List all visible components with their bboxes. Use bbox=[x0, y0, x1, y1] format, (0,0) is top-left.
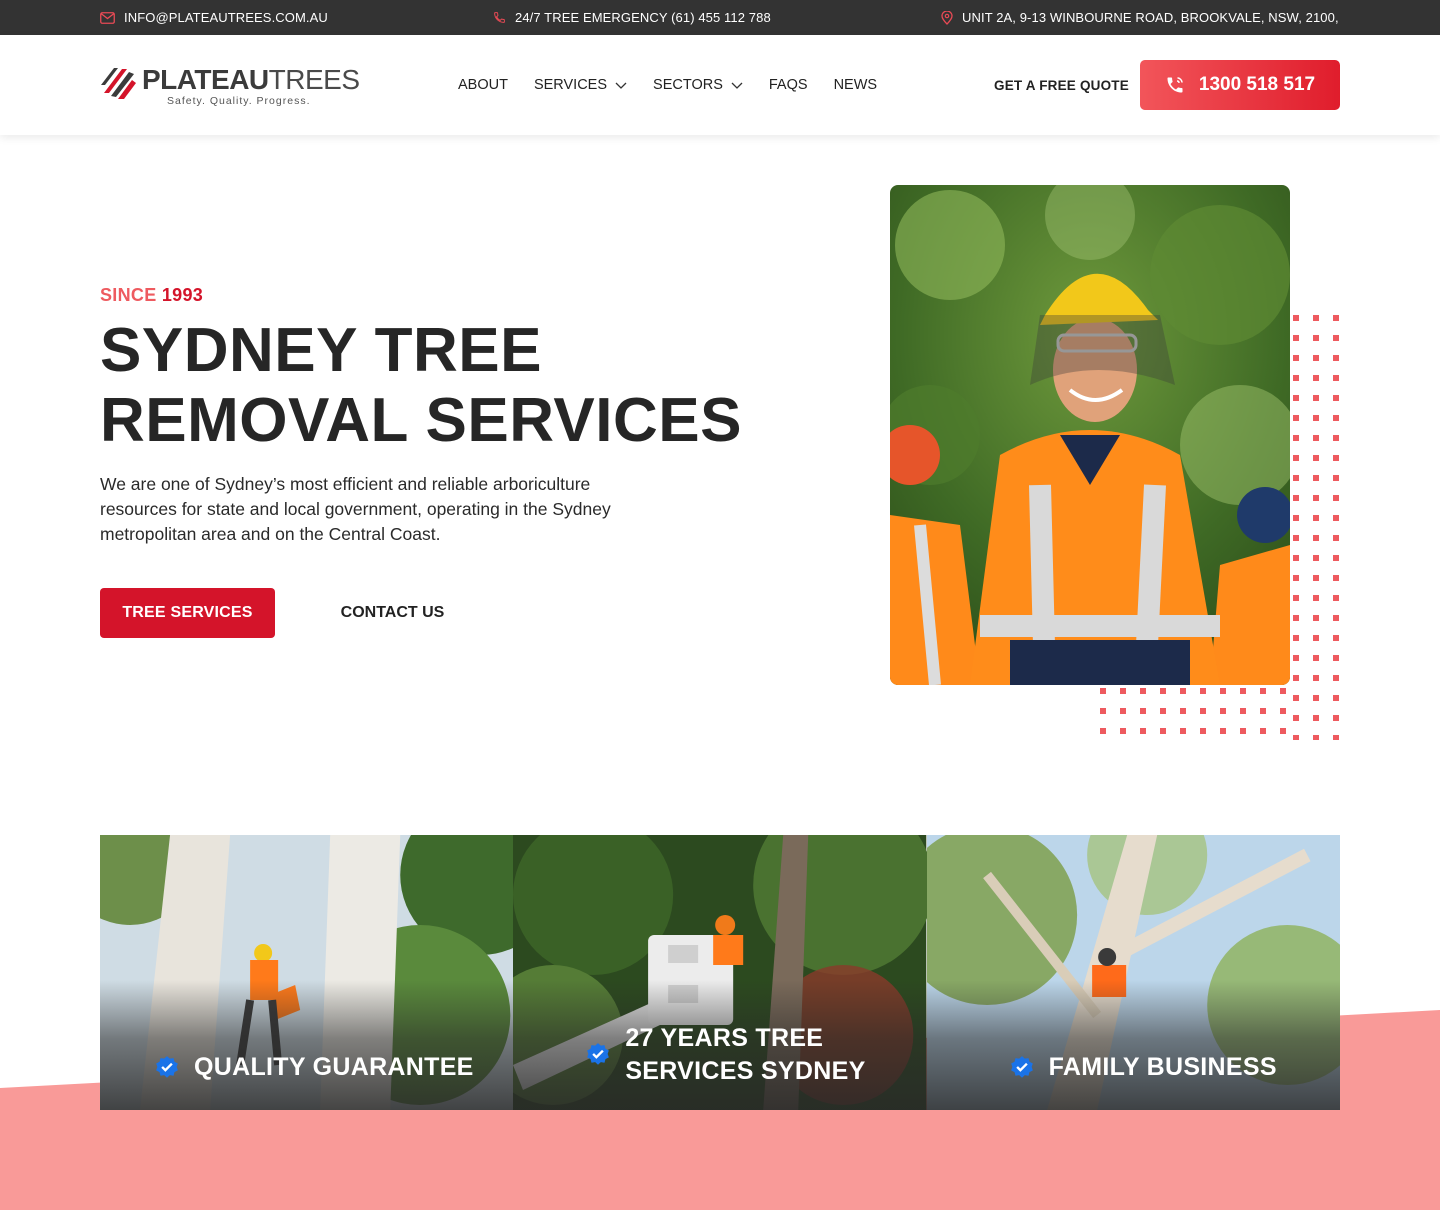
phone-ringing-icon bbox=[1167, 77, 1183, 93]
since-year: 1993 bbox=[161, 285, 204, 305]
main-nav: ABOUT SERVICES SECTORS FAQS NEWS bbox=[458, 35, 877, 135]
nav-item-sectors-label: SECTORS bbox=[653, 77, 723, 93]
feature-overlay bbox=[100, 980, 514, 1110]
dot-pattern-decoration bbox=[1290, 312, 1345, 740]
hero-title: SYDNEY TREE REMOVAL SERVICES bbox=[100, 316, 800, 456]
site-header: PLATEAUTREES Safety. Quality. Progress. … bbox=[0, 35, 1440, 135]
hero-description: We are one of Sydney’s most efficient an… bbox=[100, 474, 611, 544]
nav-item-services-label: SERVICES bbox=[533, 77, 608, 93]
since-label: SINCE 1993 bbox=[100, 285, 203, 306]
get-free-quote-link[interactable]: GET A FREE QUOTE bbox=[994, 35, 1129, 135]
feature-caption-quality-text: QUALITY GUARANTEE bbox=[194, 1053, 474, 1081]
nav-item-sectors[interactable]: SECTORS bbox=[653, 77, 743, 93]
top-bar: INFO@PLATEAUTREES.COM.AU 24/7 TREE EMERG… bbox=[0, 0, 1440, 35]
hero-arborist-photo bbox=[890, 185, 1290, 685]
feature-caption-years-line-2: SERVICES SYDNEY bbox=[625, 1057, 866, 1085]
hero-title-line-2: REMOVAL SERVICES bbox=[100, 386, 742, 455]
top-bar-address[interactable]: UNIT 2A, 9-13 WINBOURNE ROAD, BROOKVALE,… bbox=[941, 0, 1339, 35]
feature-caption-years: 27 YEARS TREE SERVICES SYDNEY bbox=[585, 1022, 865, 1088]
dot-pattern-decoration-bottom bbox=[1097, 685, 1297, 740]
contact-us-button[interactable]: CONTACT US bbox=[320, 588, 465, 638]
feature-caption-years-line-1: 27 YEARS TREE bbox=[625, 1024, 824, 1052]
features-row: QUALITY GUARANTEE 27 YEARS TREE SERVICES… bbox=[100, 835, 1340, 1110]
logo-tagline: Safety. Quality. Progress. bbox=[167, 95, 311, 107]
location-pin-icon bbox=[941, 10, 953, 25]
hero-title-line-1: SYDNEY TREE bbox=[100, 316, 542, 385]
nav-item-faqs[interactable]: FAQS bbox=[769, 77, 808, 93]
feature-overlay bbox=[926, 980, 1340, 1110]
logo-wordmark-light: TREES bbox=[268, 64, 360, 95]
arborist-photo-illustration bbox=[890, 185, 1290, 685]
chevron-down-icon bbox=[731, 82, 743, 89]
feature-caption-years-text: 27 YEARS TREE SERVICES SYDNEY bbox=[625, 1022, 865, 1088]
top-bar-emergency-phone[interactable]: 24/7 TREE EMERGENCY (61) 455 112 788 bbox=[493, 0, 771, 35]
nav-item-about[interactable]: ABOUT bbox=[458, 77, 508, 93]
chevron-down-icon bbox=[615, 82, 627, 89]
logo[interactable]: PLATEAUTREES Safety. Quality. Progress. bbox=[100, 63, 360, 109]
feature-card-family: FAMILY BUSINESS bbox=[926, 835, 1340, 1110]
top-bar-emergency-text: 24/7 TREE EMERGENCY (61) 455 112 788 bbox=[515, 10, 771, 25]
call-phone-button[interactable]: 1300 518 517 bbox=[1140, 60, 1340, 110]
nav-item-faqs-label: FAQS bbox=[768, 77, 808, 93]
feature-card-quality: QUALITY GUARANTEE bbox=[100, 835, 514, 1110]
nav-item-news-label: NEWS bbox=[833, 77, 878, 93]
logo-wordmark-bold: PLATEAU bbox=[142, 64, 269, 95]
feature-caption-quality: QUALITY GUARANTEE bbox=[154, 1051, 474, 1084]
verified-badge-icon bbox=[156, 1055, 178, 1078]
top-bar-address-text: UNIT 2A, 9-13 WINBOURNE ROAD, BROOKVALE,… bbox=[962, 10, 1339, 25]
logo-mark-icon bbox=[101, 66, 136, 99]
mail-icon bbox=[100, 11, 115, 24]
logo-wordmark: PLATEAUTREES bbox=[142, 65, 360, 95]
top-bar-email-text: INFO@PLATEAUTREES.COM.AU bbox=[124, 10, 328, 25]
phone-icon bbox=[494, 12, 505, 23]
tree-services-button[interactable]: TREE SERVICES bbox=[100, 588, 275, 638]
feature-card-years: 27 YEARS TREE SERVICES SYDNEY bbox=[513, 835, 927, 1110]
nav-item-services[interactable]: SERVICES bbox=[534, 77, 627, 93]
verified-badge-icon bbox=[1010, 1055, 1033, 1078]
feature-caption-family-text: FAMILY BUSINESS bbox=[1048, 1053, 1277, 1081]
top-bar-email[interactable]: INFO@PLATEAUTREES.COM.AU bbox=[100, 0, 328, 35]
verified-badge-icon bbox=[587, 1043, 610, 1065]
call-phone-button-label: 1300 518 517 bbox=[1198, 74, 1316, 95]
nav-item-about-label: ABOUT bbox=[458, 77, 508, 93]
nav-item-news[interactable]: NEWS bbox=[834, 77, 878, 93]
feature-caption-family: FAMILY BUSINESS bbox=[1009, 1051, 1277, 1084]
since-label-text: SINCE bbox=[100, 285, 157, 305]
